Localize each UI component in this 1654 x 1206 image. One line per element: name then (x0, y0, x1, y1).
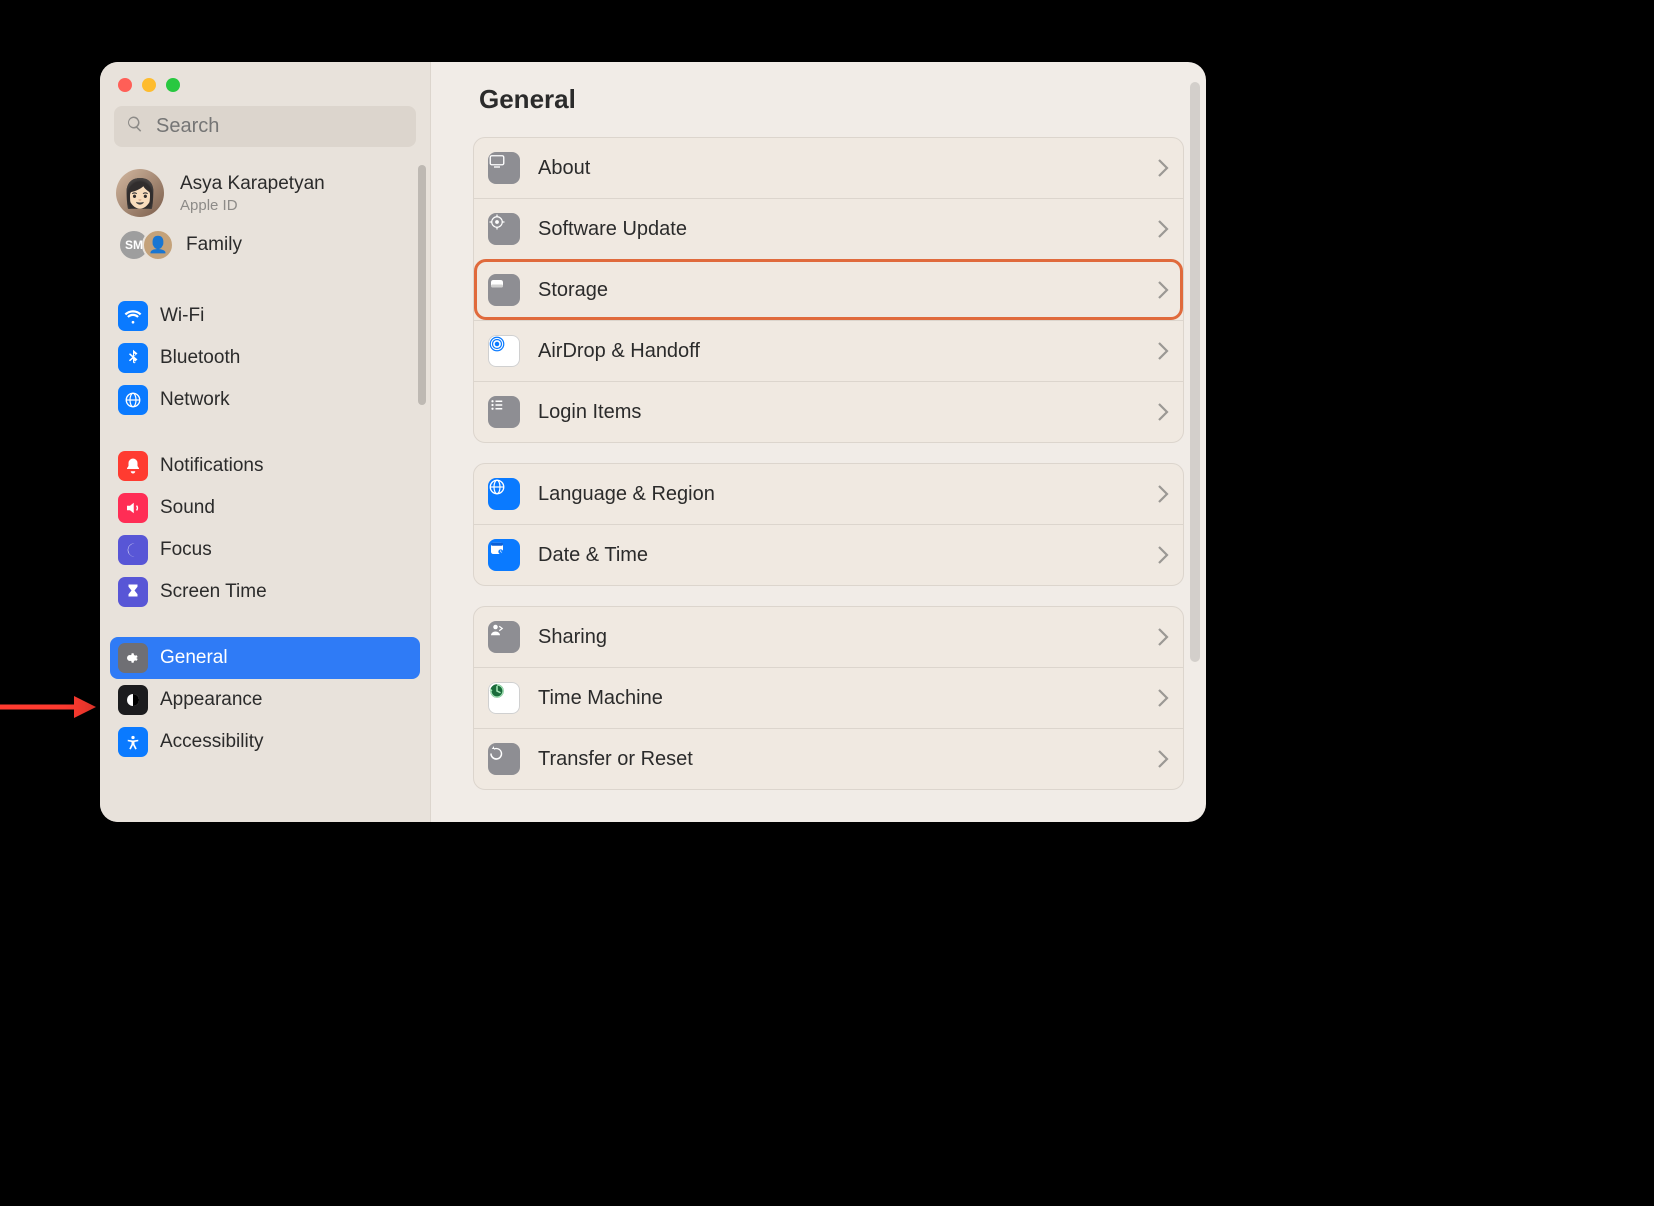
chevron-right-icon (1157, 341, 1169, 361)
sidebar-item-label: Network (160, 389, 230, 411)
row-language-region[interactable]: Language & Region (474, 464, 1183, 524)
bluetooth-icon (118, 343, 148, 373)
sidebar-item-label: Sound (160, 497, 215, 519)
row-label: Date & Time (538, 544, 1139, 567)
panel-system-advanced: Sharing Time Machine Transfer or Reset (473, 606, 1184, 790)
chevron-right-icon (1157, 545, 1169, 565)
account-subtitle: Apple ID (180, 197, 325, 214)
sidebar-item-wifi[interactable]: Wi-Fi (110, 295, 420, 337)
undo-icon (488, 743, 520, 775)
chevron-right-icon (1157, 749, 1169, 769)
row-airdrop-handoff[interactable]: AirDrop & Handoff (474, 320, 1183, 381)
disk-icon (488, 274, 520, 306)
row-login-items[interactable]: Login Items (474, 381, 1183, 442)
sidebar-item-label: Screen Time (160, 581, 267, 603)
sidebar-item-appearance[interactable]: Appearance (110, 679, 420, 721)
sidebar-item-label: General (160, 647, 228, 669)
row-date-time[interactable]: Date & Time (474, 524, 1183, 585)
row-label: About (538, 157, 1139, 180)
row-software-update[interactable]: Software Update (474, 198, 1183, 259)
display-icon (488, 152, 520, 184)
sidebar-item-notifications[interactable]: Notifications (110, 445, 420, 487)
sidebar-item-accessibility[interactable]: Accessibility (110, 721, 420, 763)
sidebar-group-alerts: Notifications Sound Focus (100, 441, 430, 617)
family-photo: 👤 (142, 229, 174, 261)
moon-icon (118, 535, 148, 565)
minimize-button[interactable] (142, 78, 156, 92)
sidebar-item-sound[interactable]: Sound (110, 487, 420, 529)
speaker-icon (118, 493, 148, 523)
row-time-machine[interactable]: Time Machine (474, 667, 1183, 728)
row-about[interactable]: About (474, 138, 1183, 198)
chevron-right-icon (1157, 280, 1169, 300)
sidebar: 👩🏻 Asya Karapetyan Apple ID SM 👤 Family (100, 62, 431, 822)
sidebar-item-screentime[interactable]: Screen Time (110, 571, 420, 613)
accessibility-icon (118, 727, 148, 757)
row-label: Software Update (538, 218, 1139, 241)
sidebar-item-focus[interactable]: Focus (110, 529, 420, 571)
panel-general-main: About Software Update Storage (473, 137, 1184, 443)
sidebar-item-bluetooth[interactable]: Bluetooth (110, 337, 420, 379)
row-label: Sharing (538, 626, 1139, 649)
wifi-icon (118, 301, 148, 331)
row-transfer-reset[interactable]: Transfer or Reset (474, 728, 1183, 789)
search-icon (126, 115, 144, 139)
family-label: Family (186, 234, 242, 256)
chevron-right-icon (1157, 158, 1169, 178)
chevron-right-icon (1157, 688, 1169, 708)
chevron-right-icon (1157, 402, 1169, 422)
family-avatars: SM 👤 (118, 229, 174, 261)
sidebar-group-system: General Appearance Accessibility (100, 633, 430, 767)
user-avatar: 👩🏻 (116, 169, 164, 217)
bell-icon (118, 451, 148, 481)
hourglass-icon (118, 577, 148, 607)
sidebar-item-label: Appearance (160, 689, 262, 711)
sidebar-item-label: Notifications (160, 455, 264, 477)
timemachine-icon (488, 682, 520, 714)
account-name: Asya Karapetyan (180, 173, 325, 195)
row-label: Transfer or Reset (538, 748, 1139, 771)
list-icon (488, 396, 520, 428)
sidebar-item-network[interactable]: Network (110, 379, 420, 421)
system-settings-window: 👩🏻 Asya Karapetyan Apple ID SM 👤 Family (100, 62, 1206, 822)
row-sharing[interactable]: Sharing (474, 607, 1183, 667)
globe-icon (488, 478, 520, 510)
sidebar-item-label: Accessibility (160, 731, 263, 753)
row-label: Login Items (538, 401, 1139, 424)
gear-icon (118, 643, 148, 673)
sidebar-item-label: Bluetooth (160, 347, 240, 369)
calendar-icon (488, 539, 520, 571)
row-label: AirDrop & Handoff (538, 340, 1139, 363)
close-button[interactable] (118, 78, 132, 92)
appearance-icon (118, 685, 148, 715)
family-row[interactable]: SM 👤 Family (100, 223, 430, 275)
sidebar-item-label: Focus (160, 539, 212, 561)
row-label: Language & Region (538, 483, 1139, 506)
sidebar-item-label: Wi-Fi (160, 305, 204, 327)
apple-id-row[interactable]: 👩🏻 Asya Karapetyan Apple ID (100, 155, 430, 223)
chevron-right-icon (1157, 484, 1169, 504)
gear-badge-icon (488, 213, 520, 245)
row-label: Storage (538, 279, 1139, 302)
person-arrow-icon (488, 621, 520, 653)
content-pane: General About Software Update (431, 62, 1206, 822)
search-field[interactable] (114, 106, 416, 147)
row-storage[interactable]: Storage (474, 259, 1183, 320)
sidebar-scrollbar[interactable] (418, 165, 426, 405)
globe-icon (118, 385, 148, 415)
sidebar-item-general[interactable]: General (110, 637, 420, 679)
row-label: Time Machine (538, 687, 1139, 710)
page-title: General (431, 62, 1206, 137)
chevron-right-icon (1157, 627, 1169, 647)
panel-locale: Language & Region Date & Time (473, 463, 1184, 586)
sidebar-group-network: Wi-Fi Bluetooth Network (100, 291, 430, 425)
zoom-button[interactable] (166, 78, 180, 92)
window-controls (100, 62, 430, 92)
search-input[interactable] (154, 114, 404, 139)
annotation-arrow (0, 692, 96, 722)
airdrop-icon (488, 335, 520, 367)
chevron-right-icon (1157, 219, 1169, 239)
